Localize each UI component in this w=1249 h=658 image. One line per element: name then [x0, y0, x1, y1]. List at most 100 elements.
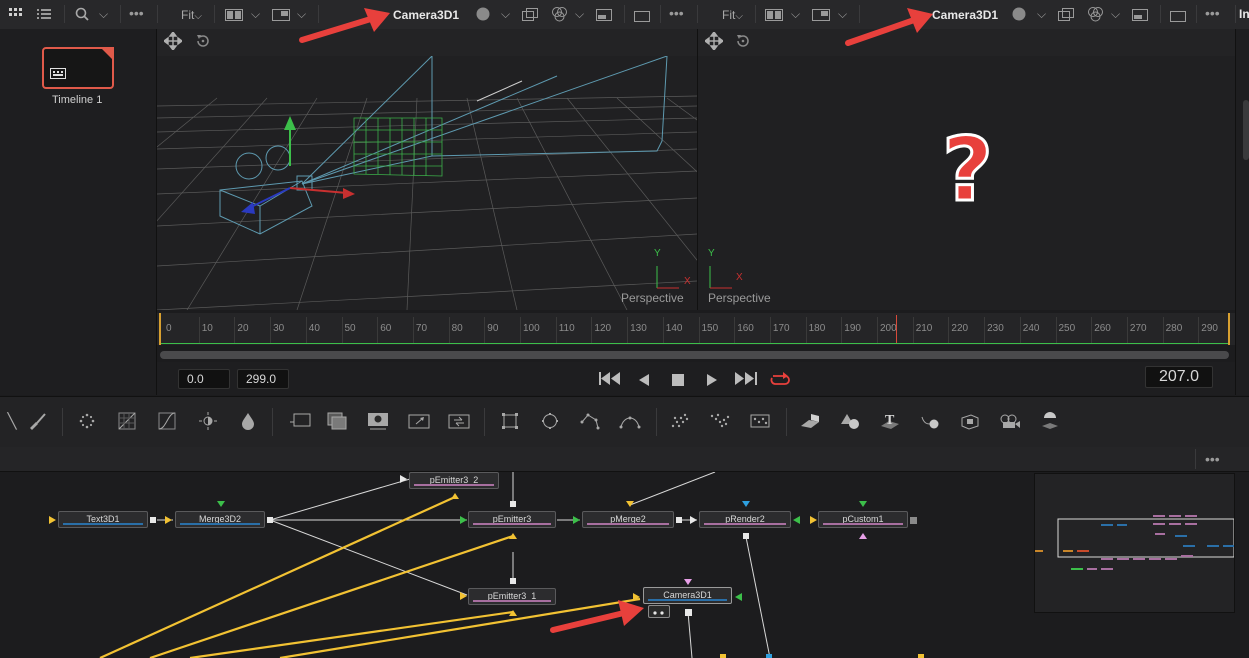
frame-icon[interactable]: [1170, 9, 1186, 27]
transform-icon[interactable]: [407, 409, 431, 433]
record-dot-icon[interactable]: [1012, 7, 1026, 26]
axis-x-label: X: [736, 272, 743, 283]
go-to-end-icon[interactable]: [735, 372, 757, 390]
particle-merge-icon[interactable]: [748, 409, 772, 433]
chevron-down-icon[interactable]: ⌵: [99, 8, 108, 20]
spotlight-3d-icon[interactable]: [1038, 409, 1062, 433]
matte-control-icon[interactable]: [236, 409, 260, 433]
more-options-icon[interactable]: •••: [669, 6, 684, 20]
chevron-down-icon[interactable]: ⌵: [1037, 8, 1046, 20]
more-options-icon[interactable]: •••: [1205, 6, 1220, 20]
node-merge3d[interactable]: Merge3D2: [175, 511, 265, 528]
split-view-icon[interactable]: [765, 8, 783, 26]
render-end-field[interactable]: 299.0: [237, 369, 289, 389]
play-reverse-icon[interactable]: [639, 373, 649, 391]
go-to-start-icon[interactable]: [599, 372, 621, 390]
viewer-left-canvas[interactable]: Y X Perspective: [157, 56, 697, 310]
split-view-icon[interactable]: [225, 8, 243, 26]
list-view-icon[interactable]: [37, 8, 51, 22]
polygon-mask-icon[interactable]: [578, 409, 602, 433]
node-view-indicator[interactable]: [648, 605, 670, 618]
camera-3d-icon[interactable]: [998, 409, 1022, 433]
chevron-down-icon[interactable]: ⌵: [791, 8, 800, 20]
brush-icon[interactable]: [25, 409, 49, 433]
playhead[interactable]: [896, 315, 897, 343]
node-pemitter3-1[interactable]: pEmitter3_1: [468, 588, 556, 605]
particle-render-icon[interactable]: [708, 409, 732, 433]
divider: [1235, 5, 1236, 23]
view-mode-icon[interactable]: [812, 8, 830, 26]
chevron-down-icon[interactable]: ⌵: [501, 8, 510, 20]
reset-view-icon[interactable]: [195, 33, 211, 54]
play-forward-icon[interactable]: [707, 373, 717, 391]
view-mode-icon[interactable]: [272, 8, 290, 26]
record-dot-icon[interactable]: [476, 7, 490, 26]
reset-view-icon[interactable]: [735, 33, 751, 54]
color-corrector-icon[interactable]: [115, 409, 139, 433]
lut-icon[interactable]: [1132, 8, 1148, 26]
inspector-tab[interactable]: In: [1239, 7, 1249, 21]
rectangle-mask-icon[interactable]: [498, 409, 522, 433]
text-3d-icon[interactable]: T: [878, 409, 902, 433]
particle-emitter-icon[interactable]: [668, 409, 692, 433]
node-camera3d[interactable]: Camera3D1: [643, 587, 732, 604]
fit-dropdown[interactable]: Fit⌵: [181, 8, 202, 22]
time-ruler[interactable]: 0 10 20 30 40 50 60 70 80 90 100 110 120 130 140 150 160…: [157, 313, 1235, 345]
frame-icon[interactable]: [634, 9, 650, 27]
merge-3d-icon[interactable]: [918, 409, 942, 433]
search-icon[interactable]: [75, 7, 89, 23]
fast-noise-icon[interactable]: [325, 409, 349, 433]
lut-icon[interactable]: [596, 8, 612, 26]
node-navigator[interactable]: [1034, 473, 1235, 613]
grid-view-icon[interactable]: [9, 8, 23, 22]
node-pemitter3-2[interactable]: pEmitter3_2: [409, 472, 499, 489]
roi-icon[interactable]: [522, 8, 538, 26]
more-options-icon[interactable]: •••: [1205, 452, 1220, 466]
shape-3d-icon[interactable]: [838, 409, 862, 433]
chevron-down-icon[interactable]: ⌵: [1111, 8, 1120, 20]
paint-tool-icon[interactable]: ╲: [0, 409, 24, 433]
loop-icon[interactable]: [769, 370, 791, 392]
ruler-tick-label: 60: [380, 323, 392, 334]
current-frame-field[interactable]: 207.0: [1145, 366, 1213, 388]
color-channels-icon[interactable]: [1087, 7, 1104, 27]
divider: [157, 5, 158, 23]
renderer-3d-icon[interactable]: [958, 409, 982, 433]
chevron-down-icon[interactable]: ⌵: [575, 8, 584, 20]
bspline-mask-icon[interactable]: [618, 409, 642, 433]
ruler-tick-label: 10: [201, 323, 213, 334]
ruler-tick-line: [805, 317, 807, 343]
ruler-tick-label: 190: [844, 323, 861, 334]
chevron-down-icon: ⌵: [735, 11, 743, 22]
blur-icon[interactable]: [75, 409, 99, 433]
node-text3d[interactable]: Text3D1: [58, 511, 148, 528]
fit-dropdown[interactable]: Fit⌵: [722, 8, 743, 22]
inspector-scrollbar[interactable]: [1243, 100, 1249, 160]
color-channels-icon[interactable]: [551, 7, 568, 27]
image-plane-3d-icon[interactable]: [798, 409, 822, 433]
pan-tool-icon[interactable]: [162, 30, 184, 55]
stop-icon[interactable]: [672, 373, 684, 391]
ellipse-mask-icon[interactable]: [538, 409, 562, 433]
node-pemitter3[interactable]: pEmitter3: [468, 511, 556, 528]
roi-icon[interactable]: [1058, 8, 1074, 26]
timeline-scrollbar[interactable]: [160, 351, 1229, 359]
pan-tool-icon[interactable]: [703, 30, 725, 55]
viewer-right-canvas[interactable]: ? Y X Perspective: [698, 56, 1235, 310]
more-options-icon[interactable]: •••: [129, 6, 144, 20]
node-prender2[interactable]: pRender2: [699, 511, 791, 528]
background-icon[interactable]: [288, 409, 312, 433]
merge-icon[interactable]: [447, 409, 471, 433]
color-curves-icon[interactable]: [155, 409, 179, 433]
node-pmerge2[interactable]: pMerge2: [582, 511, 674, 528]
chevron-down-icon[interactable]: ⌵: [251, 8, 260, 20]
ruler-tick-label: 140: [665, 323, 683, 334]
render-start-field[interactable]: 0.0: [178, 369, 230, 389]
ruler-tick-line: [1198, 317, 1200, 343]
text-plus-icon[interactable]: [366, 409, 390, 433]
brightness-contrast-icon[interactable]: [196, 409, 220, 433]
timeline-clip-thumbnail[interactable]: [42, 47, 114, 89]
node-pcustom1[interactable]: pCustom1: [818, 511, 908, 528]
chevron-down-icon: ⌵: [194, 11, 202, 22]
3d-scene: [157, 56, 697, 310]
